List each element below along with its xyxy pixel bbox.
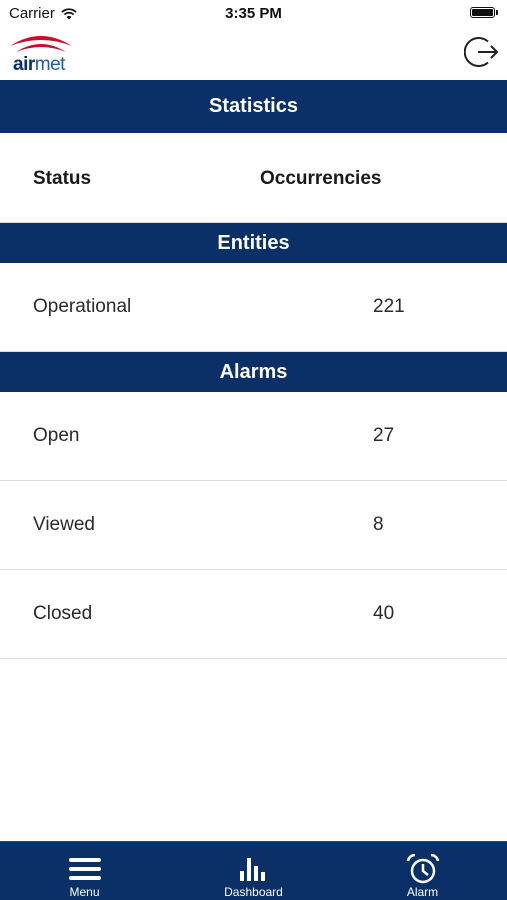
tab-label: Alarm (406, 885, 439, 899)
alarm-clock-icon (406, 854, 439, 884)
tab-menu[interactable]: Menu (0, 842, 169, 900)
table-row: Operational 221 (0, 263, 507, 352)
column-header: Status Occurrencies (0, 133, 507, 223)
logo-arc-icon (10, 36, 72, 52)
status-bar: Carrier 3:35 PM (0, 0, 507, 28)
page-title: Statistics (0, 80, 507, 133)
tab-dashboard[interactable]: Dashboard (169, 842, 338, 900)
tab-alarm[interactable]: Alarm (338, 842, 507, 900)
table-row: Closed 40 (0, 570, 507, 659)
table-row: Viewed 8 (0, 481, 507, 570)
column-occurrencies: Occurrencies (260, 168, 382, 189)
row-label: Open (33, 425, 80, 446)
section-header-alarms: Alarms (0, 352, 507, 392)
tab-label: Dashboard (224, 885, 283, 899)
section-header-entities: Entities (0, 223, 507, 263)
status-time: 3:35 PM (225, 5, 282, 22)
row-label: Operational (33, 296, 132, 317)
battery-icon (470, 7, 498, 18)
row-value: 8 (373, 514, 384, 535)
app-header: airmet (0, 28, 507, 80)
menu-icon (68, 858, 101, 880)
logo-text: airmet (13, 54, 65, 75)
row-label: Closed (33, 603, 93, 624)
row-value: 27 (373, 425, 395, 446)
logout-button[interactable] (463, 34, 500, 70)
logout-icon (463, 37, 499, 67)
tab-label: Menu (69, 885, 100, 899)
row-value: 40 (373, 603, 395, 624)
bar-chart-icon (239, 858, 265, 881)
row-label: Viewed (33, 514, 95, 535)
column-status: Status (33, 168, 92, 189)
airmet-logo: airmet (7, 30, 75, 76)
tab-bar: Menu Dashboard Alarm (0, 841, 507, 900)
table-row: Open 27 (0, 392, 507, 481)
row-value: 221 (373, 296, 405, 317)
